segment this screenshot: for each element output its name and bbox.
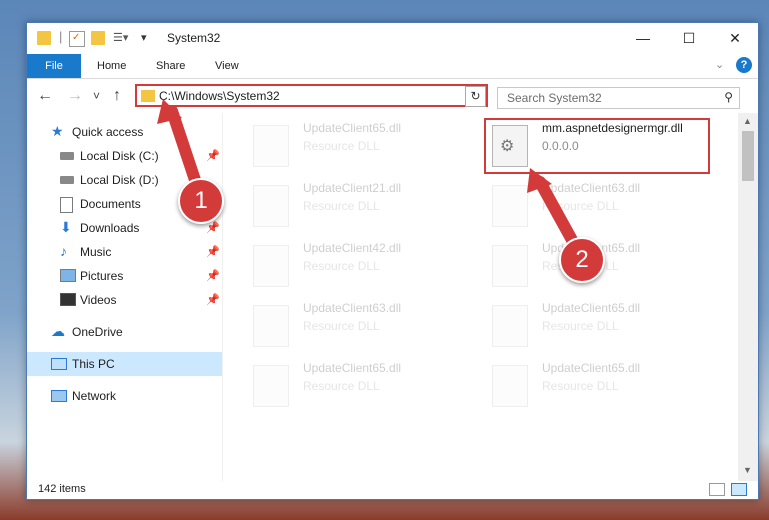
step-marker-2: 2	[559, 237, 605, 283]
annotation-arrows	[157, 99, 578, 246]
arrow-1	[157, 99, 203, 192]
step-marker-1: 1	[178, 178, 224, 224]
arrow-2	[527, 168, 578, 246]
